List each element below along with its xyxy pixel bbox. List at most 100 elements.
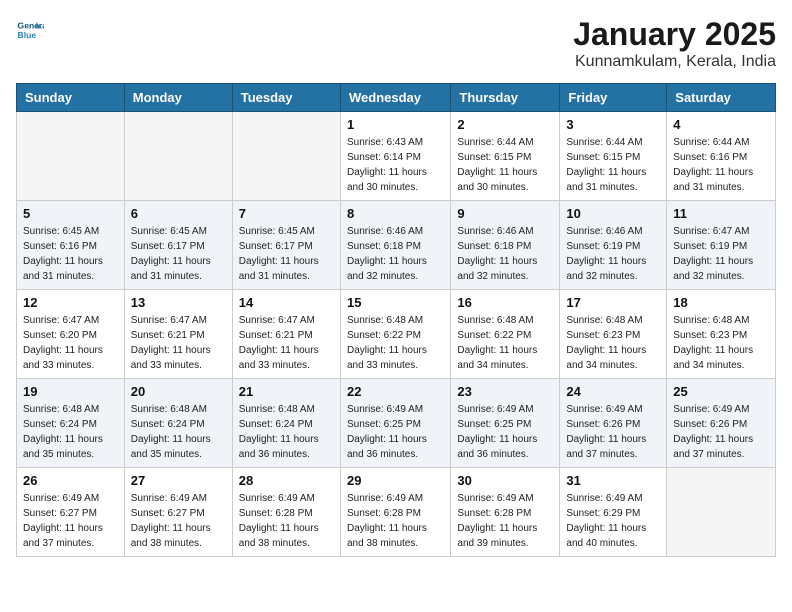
day-number: 25 <box>673 384 769 399</box>
day-info: Sunrise: 6:49 AM Sunset: 6:27 PM Dayligh… <box>23 491 118 551</box>
calendar-week-row: 26 Sunrise: 6:49 AM Sunset: 6:27 PM Dayli… <box>17 468 776 557</box>
col-friday: Friday <box>560 84 667 112</box>
day-number: 20 <box>131 384 226 399</box>
day-number: 18 <box>673 295 769 310</box>
calendar-header-row: Sunday Monday Tuesday Wednesday Thursday… <box>17 84 776 112</box>
day-number: 24 <box>566 384 660 399</box>
table-row: 4Sunrise: 6:44 AM Sunset: 6:16 PM Daylig… <box>667 112 776 201</box>
day-number: 19 <box>23 384 118 399</box>
table-row: 6Sunrise: 6:45 AM Sunset: 6:17 PM Daylig… <box>124 201 232 290</box>
day-number: 3 <box>566 117 660 132</box>
day-number: 7 <box>239 206 334 221</box>
day-info: Sunrise: 6:45 AM Sunset: 6:16 PM Dayligh… <box>23 224 118 284</box>
table-row <box>17 112 125 201</box>
title-area: January 2025 Kunnamkulam, Kerala, India <box>573 16 776 71</box>
col-tuesday: Tuesday <box>232 84 340 112</box>
day-number: 8 <box>347 206 444 221</box>
day-info: Sunrise: 6:48 AM Sunset: 6:23 PM Dayligh… <box>566 313 660 373</box>
day-number: 27 <box>131 473 226 488</box>
day-info: Sunrise: 6:46 AM Sunset: 6:19 PM Dayligh… <box>566 224 660 284</box>
col-wednesday: Wednesday <box>340 84 450 112</box>
col-saturday: Saturday <box>667 84 776 112</box>
svg-text:Blue: Blue <box>18 30 37 40</box>
col-thursday: Thursday <box>451 84 560 112</box>
table-row <box>667 468 776 557</box>
svg-text:General: General <box>18 20 44 30</box>
day-info: Sunrise: 6:49 AM Sunset: 6:26 PM Dayligh… <box>566 402 660 462</box>
day-info: Sunrise: 6:49 AM Sunset: 6:28 PM Dayligh… <box>347 491 444 551</box>
table-row: 24 Sunrise: 6:49 AM Sunset: 6:26 PM Dayli… <box>560 379 667 468</box>
table-row: 29 Sunrise: 6:49 AM Sunset: 6:28 PM Dayli… <box>340 468 450 557</box>
table-row: 20 Sunrise: 6:48 AM Sunset: 6:24 PM Dayli… <box>124 379 232 468</box>
day-info: Sunrise: 6:49 AM Sunset: 6:26 PM Dayligh… <box>673 402 769 462</box>
day-info: Sunrise: 6:48 AM Sunset: 6:22 PM Dayligh… <box>457 313 553 373</box>
table-row: 5Sunrise: 6:45 AM Sunset: 6:16 PM Daylig… <box>17 201 125 290</box>
day-number: 16 <box>457 295 553 310</box>
table-row: 15 Sunrise: 6:48 AM Sunset: 6:22 PM Dayli… <box>340 290 450 379</box>
day-number: 26 <box>23 473 118 488</box>
day-info: Sunrise: 6:49 AM Sunset: 6:27 PM Dayligh… <box>131 491 226 551</box>
day-number: 30 <box>457 473 553 488</box>
table-row: 2Sunrise: 6:44 AM Sunset: 6:15 PM Daylig… <box>451 112 560 201</box>
day-info: Sunrise: 6:44 AM Sunset: 6:15 PM Dayligh… <box>457 135 553 195</box>
page-header: General Blue January 2025 Kunnamkulam, K… <box>16 16 776 71</box>
table-row: 31 Sunrise: 6:49 AM Sunset: 6:29 PM Dayli… <box>560 468 667 557</box>
table-row: 26 Sunrise: 6:49 AM Sunset: 6:27 PM Dayli… <box>17 468 125 557</box>
day-number: 29 <box>347 473 444 488</box>
day-info: Sunrise: 6:44 AM Sunset: 6:15 PM Dayligh… <box>566 135 660 195</box>
day-info: Sunrise: 6:49 AM Sunset: 6:28 PM Dayligh… <box>239 491 334 551</box>
day-number: 13 <box>131 295 226 310</box>
calendar-week-row: 12Sunrise: 6:47 AM Sunset: 6:20 PM Dayli… <box>17 290 776 379</box>
day-number: 23 <box>457 384 553 399</box>
day-number: 14 <box>239 295 334 310</box>
table-row: 21 Sunrise: 6:48 AM Sunset: 6:24 PM Dayli… <box>232 379 340 468</box>
month-title: January 2025 <box>573 16 776 53</box>
table-row: 3 Sunrise: 6:44 AM Sunset: 6:15 PM Daylig… <box>560 112 667 201</box>
table-row: 27 Sunrise: 6:49 AM Sunset: 6:27 PM Dayli… <box>124 468 232 557</box>
day-number: 31 <box>566 473 660 488</box>
day-number: 10 <box>566 206 660 221</box>
day-number: 21 <box>239 384 334 399</box>
day-number: 1 <box>347 117 444 132</box>
day-number: 22 <box>347 384 444 399</box>
day-info: Sunrise: 6:46 AM Sunset: 6:18 PM Dayligh… <box>347 224 444 284</box>
table-row: 19Sunrise: 6:48 AM Sunset: 6:24 PM Dayli… <box>17 379 125 468</box>
day-info: Sunrise: 6:49 AM Sunset: 6:25 PM Dayligh… <box>457 402 553 462</box>
location-title: Kunnamkulam, Kerala, India <box>573 53 776 71</box>
day-info: Sunrise: 6:47 AM Sunset: 6:20 PM Dayligh… <box>23 313 118 373</box>
day-info: Sunrise: 6:45 AM Sunset: 6:17 PM Dayligh… <box>239 224 334 284</box>
day-info: Sunrise: 6:45 AM Sunset: 6:17 PM Dayligh… <box>131 224 226 284</box>
day-number: 15 <box>347 295 444 310</box>
day-info: Sunrise: 6:47 AM Sunset: 6:21 PM Dayligh… <box>131 313 226 373</box>
calendar-week-row: 5Sunrise: 6:45 AM Sunset: 6:16 PM Daylig… <box>17 201 776 290</box>
day-info: Sunrise: 6:47 AM Sunset: 6:21 PM Dayligh… <box>239 313 334 373</box>
day-info: Sunrise: 6:43 AM Sunset: 6:14 PM Dayligh… <box>347 135 444 195</box>
table-row <box>124 112 232 201</box>
table-row: 28Sunrise: 6:49 AM Sunset: 6:28 PM Dayli… <box>232 468 340 557</box>
day-info: Sunrise: 6:44 AM Sunset: 6:16 PM Dayligh… <box>673 135 769 195</box>
logo: General Blue <box>16 16 44 44</box>
day-info: Sunrise: 6:49 AM Sunset: 6:29 PM Dayligh… <box>566 491 660 551</box>
table-row: 1 Sunrise: 6:43 AM Sunset: 6:14 PM Daylig… <box>340 112 450 201</box>
table-row: 8 Sunrise: 6:46 AM Sunset: 6:18 PM Daylig… <box>340 201 450 290</box>
table-row: 9 Sunrise: 6:46 AM Sunset: 6:18 PM Daylig… <box>451 201 560 290</box>
table-row: 13 Sunrise: 6:47 AM Sunset: 6:21 PM Dayli… <box>124 290 232 379</box>
day-number: 9 <box>457 206 553 221</box>
table-row: 14 Sunrise: 6:47 AM Sunset: 6:21 PM Dayli… <box>232 290 340 379</box>
day-info: Sunrise: 6:48 AM Sunset: 6:22 PM Dayligh… <box>347 313 444 373</box>
table-row: 11Sunrise: 6:47 AM Sunset: 6:19 PM Dayli… <box>667 201 776 290</box>
table-row: 30Sunrise: 6:49 AM Sunset: 6:28 PM Dayli… <box>451 468 560 557</box>
logo-icon: General Blue <box>16 16 44 44</box>
day-info: Sunrise: 6:48 AM Sunset: 6:23 PM Dayligh… <box>673 313 769 373</box>
calendar-table: Sunday Monday Tuesday Wednesday Thursday… <box>16 83 776 557</box>
day-number: 17 <box>566 295 660 310</box>
calendar-week-row: 1 Sunrise: 6:43 AM Sunset: 6:14 PM Daylig… <box>17 112 776 201</box>
table-row: 23 Sunrise: 6:49 AM Sunset: 6:25 PM Dayli… <box>451 379 560 468</box>
table-row: 10 Sunrise: 6:46 AM Sunset: 6:19 PM Dayli… <box>560 201 667 290</box>
day-info: Sunrise: 6:46 AM Sunset: 6:18 PM Dayligh… <box>457 224 553 284</box>
day-info: Sunrise: 6:48 AM Sunset: 6:24 PM Dayligh… <box>239 402 334 462</box>
table-row: 7 Sunrise: 6:45 AM Sunset: 6:17 PM Daylig… <box>232 201 340 290</box>
calendar-week-row: 19 Sunrise: 6:48 AM Sunset: 6:24 PM Dayli… <box>17 379 776 468</box>
table-row: 16 Sunrise: 6:48 AM Sunset: 6:22 PM Dayli… <box>451 290 560 379</box>
day-info: Sunrise: 6:48 AM Sunset: 6:24 PM Dayligh… <box>131 402 226 462</box>
